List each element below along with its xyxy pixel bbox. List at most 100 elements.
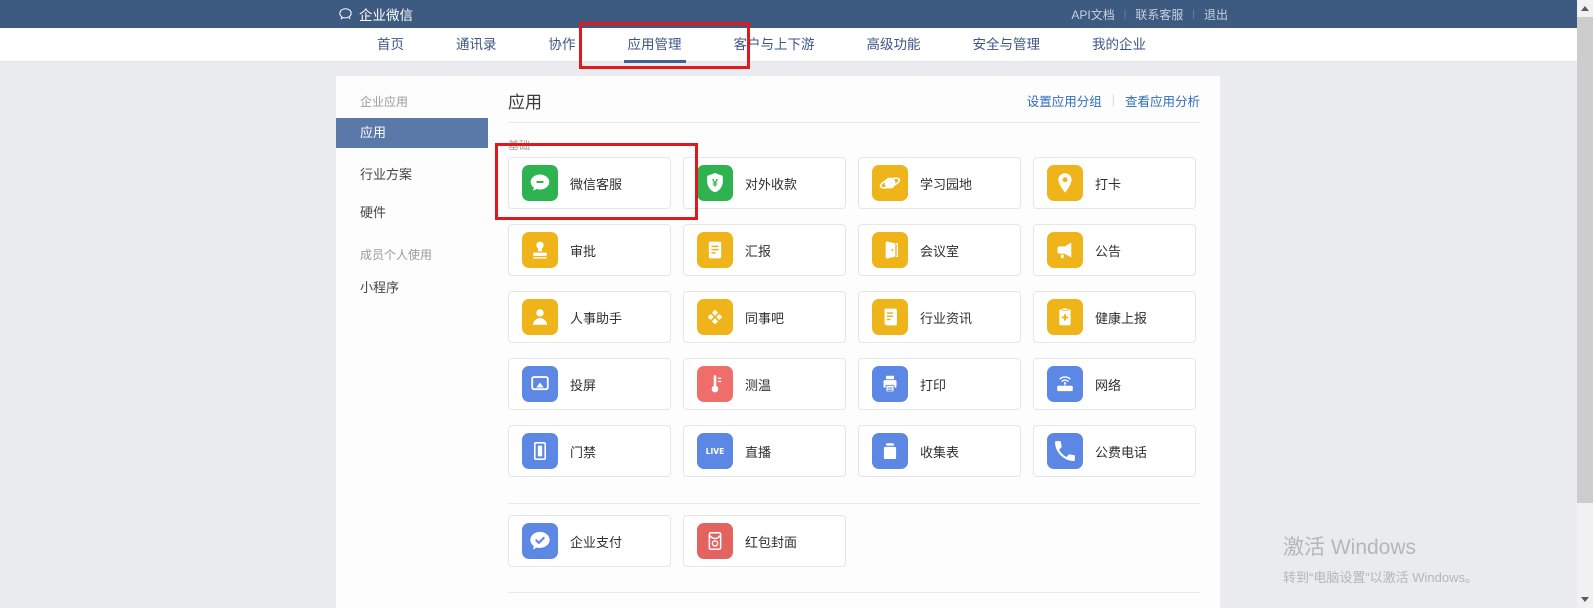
chevron-up-icon xyxy=(1581,6,1589,11)
phone-icon xyxy=(1047,433,1083,469)
watermark-subtitle: 转到“电脑设置”以激活 Windows。 xyxy=(1283,567,1478,586)
svg-text:LIVE: LIVE xyxy=(706,447,725,456)
thermometer-icon xyxy=(697,366,733,402)
app-card-label: 收集表 xyxy=(920,442,959,461)
navbar: 首页 通讯录 协作 应用管理 客户与上下游 高级功能 安全与管理 我的企业 xyxy=(0,28,1593,62)
section-divider xyxy=(508,503,1200,504)
app-card-enterprise-pay[interactable]: 企业支付 xyxy=(508,515,671,567)
app-card-label: 学习园地 xyxy=(920,174,972,193)
watermark-title: 激活 Windows xyxy=(1283,531,1478,561)
scroll-up-button[interactable] xyxy=(1577,0,1593,17)
app-card-label: 网络 xyxy=(1095,375,1121,394)
app-card-print[interactable]: 打印 xyxy=(858,358,1021,410)
planet-icon xyxy=(872,165,908,201)
content: 应用 设置应用分组|查看应用分析 基础微信客服 ¥ 对外收款 学习园地 打卡审批 汇报 会议… xyxy=(508,76,1200,593)
sidebar-item-apps[interactable]: 应用 xyxy=(336,118,488,148)
shield-yen-icon: ¥ xyxy=(697,165,733,201)
app-card-screen-cast[interactable]: 投屏 xyxy=(508,358,671,410)
tab-label: 应用管理 xyxy=(628,37,682,52)
section-divider xyxy=(508,592,1200,593)
content-header: 应用 设置应用分组|查看应用分析 xyxy=(508,90,1200,110)
app-section-label: 基础 xyxy=(508,137,1200,150)
app-card-colleague-bar[interactable]: 同事吧 xyxy=(683,291,846,343)
sidebar-item-mini-programs[interactable]: 小程序 xyxy=(336,277,488,299)
tab-my-company[interactable]: 我的企业 xyxy=(1066,28,1172,62)
tab-advanced-features[interactable]: 高级功能 xyxy=(841,28,947,62)
app-grid: 企业支付 红包封面 xyxy=(508,515,1200,567)
app-card-meeting-room[interactable]: 会议室 xyxy=(858,224,1021,276)
scrollbar-thumb[interactable] xyxy=(1577,17,1593,503)
tab-label: 我的企业 xyxy=(1092,37,1146,52)
location-pin-icon xyxy=(1047,165,1083,201)
app-card-label: 人事助手 xyxy=(570,308,622,327)
app-card-approval[interactable]: 审批 xyxy=(508,224,671,276)
app-card-label: 汇报 xyxy=(745,241,771,260)
app-card-check-in[interactable]: 打卡 xyxy=(1033,157,1196,209)
app-card-learning-garden[interactable]: 学习园地 xyxy=(858,157,1021,209)
app-card-wechat-customer-service[interactable]: 微信客服 xyxy=(508,157,671,209)
active-tab-underline xyxy=(624,60,686,63)
header-actions: 设置应用分组|查看应用分析 xyxy=(1027,91,1200,110)
scroll-down-button[interactable] xyxy=(1577,591,1593,608)
app-card-label: 公告 xyxy=(1095,241,1121,260)
diamond-dots-icon xyxy=(697,299,733,335)
screen-cast-icon xyxy=(522,366,558,402)
app-card-label: 打卡 xyxy=(1095,174,1121,193)
document-lines-icon xyxy=(697,232,733,268)
app-card-label: 企业支付 xyxy=(570,532,622,551)
app-card-label: 健康上报 xyxy=(1095,308,1147,327)
app-card-hr-assistant[interactable]: 人事助手 xyxy=(508,291,671,343)
app-card-collection-form[interactable]: 收集表 xyxy=(858,425,1021,477)
app-card-external-payment[interactable]: ¥ 对外收款 xyxy=(683,157,846,209)
app-card-health-report[interactable]: 健康上报 xyxy=(1033,291,1196,343)
app-card-label: 测温 xyxy=(745,375,771,394)
app-card-door-access[interactable]: 门禁 xyxy=(508,425,671,477)
collection-box-icon xyxy=(872,433,908,469)
app-card-temperature-check[interactable]: 测温 xyxy=(683,358,846,410)
app-card-work-report[interactable]: 汇报 xyxy=(683,224,846,276)
brand: 企业微信 xyxy=(337,0,413,28)
topbar-link-logout[interactable]: 退出 xyxy=(1195,6,1237,23)
tab-security-management[interactable]: 安全与管理 xyxy=(947,28,1067,62)
nav-tabs: 首页 通讯录 协作 应用管理 客户与上下游 高级功能 安全与管理 我的企业 xyxy=(351,28,1172,62)
sidebar-item-hardware[interactable]: 硬件 xyxy=(336,202,488,224)
app-sections: 基础微信客服 ¥ 对外收款 学习园地 打卡审批 汇报 会议室 公告人事助手 同事吧行业资讯 健康上… xyxy=(508,137,1200,593)
svg-text:¥: ¥ xyxy=(712,177,718,189)
app-card-label: 门禁 xyxy=(570,442,596,461)
app-card-live-stream[interactable]: LIVE直播 xyxy=(683,425,846,477)
app-card-label: 审批 xyxy=(570,241,596,260)
live-badge-icon: LIVE xyxy=(697,433,733,469)
tab-contacts[interactable]: 通讯录 xyxy=(430,28,523,62)
app-card-network[interactable]: 网络 xyxy=(1033,358,1196,410)
app-card-label: 会议室 xyxy=(920,241,959,260)
action-link-view-app-analytics[interactable]: 查看应用分析 xyxy=(1125,91,1200,110)
news-document-icon xyxy=(872,299,908,335)
app-card-announcement[interactable]: 公告 xyxy=(1033,224,1196,276)
app-card-label: 对外收款 xyxy=(745,174,797,193)
tab-customers-upstream-downstream[interactable]: 客户与上下游 xyxy=(708,28,841,62)
tab-home[interactable]: 首页 xyxy=(351,28,430,62)
app-card-label: 红包封面 xyxy=(745,532,797,551)
sidebar: 企业应用应用行业方案硬件成员个人使用小程序 xyxy=(336,76,488,299)
tab-label: 高级功能 xyxy=(867,37,921,52)
scrollbar[interactable] xyxy=(1577,0,1593,608)
topbar-link-contact-support[interactable]: 联系客服 xyxy=(1126,6,1192,23)
action-link-set-app-groups[interactable]: 设置应用分组 xyxy=(1027,91,1102,110)
red-envelope-icon xyxy=(697,523,733,559)
sidebar-group-label: 成员个人使用 xyxy=(360,246,488,261)
windows-activation-watermark: 激活 Windows 转到“电脑设置”以激活 Windows。 xyxy=(1283,531,1478,586)
bubble-check-icon xyxy=(522,523,558,559)
sidebar-item-industry-solutions[interactable]: 行业方案 xyxy=(336,164,488,186)
app-grid: 微信客服 ¥ 对外收款 学习园地 打卡审批 汇报 会议室 公告人事助手 同事吧行业资讯 健康上报投… xyxy=(508,157,1200,477)
person-icon xyxy=(522,299,558,335)
megaphone-icon xyxy=(1047,232,1083,268)
tab-collaboration[interactable]: 协作 xyxy=(523,28,602,62)
app-card-industry-news[interactable]: 行业资讯 xyxy=(858,291,1021,343)
app-card-work-phone[interactable]: 公费电话 xyxy=(1033,425,1196,477)
tab-app-management[interactable]: 应用管理 xyxy=(602,28,708,62)
tab-label: 通讯录 xyxy=(456,37,497,52)
topbar-link-api-docs[interactable]: API文档 xyxy=(1062,6,1123,23)
app-card-label: 微信客服 xyxy=(570,174,622,193)
app-card-red-packet-cover[interactable]: 红包封面 xyxy=(683,515,846,567)
chevron-down-icon xyxy=(1581,597,1589,602)
